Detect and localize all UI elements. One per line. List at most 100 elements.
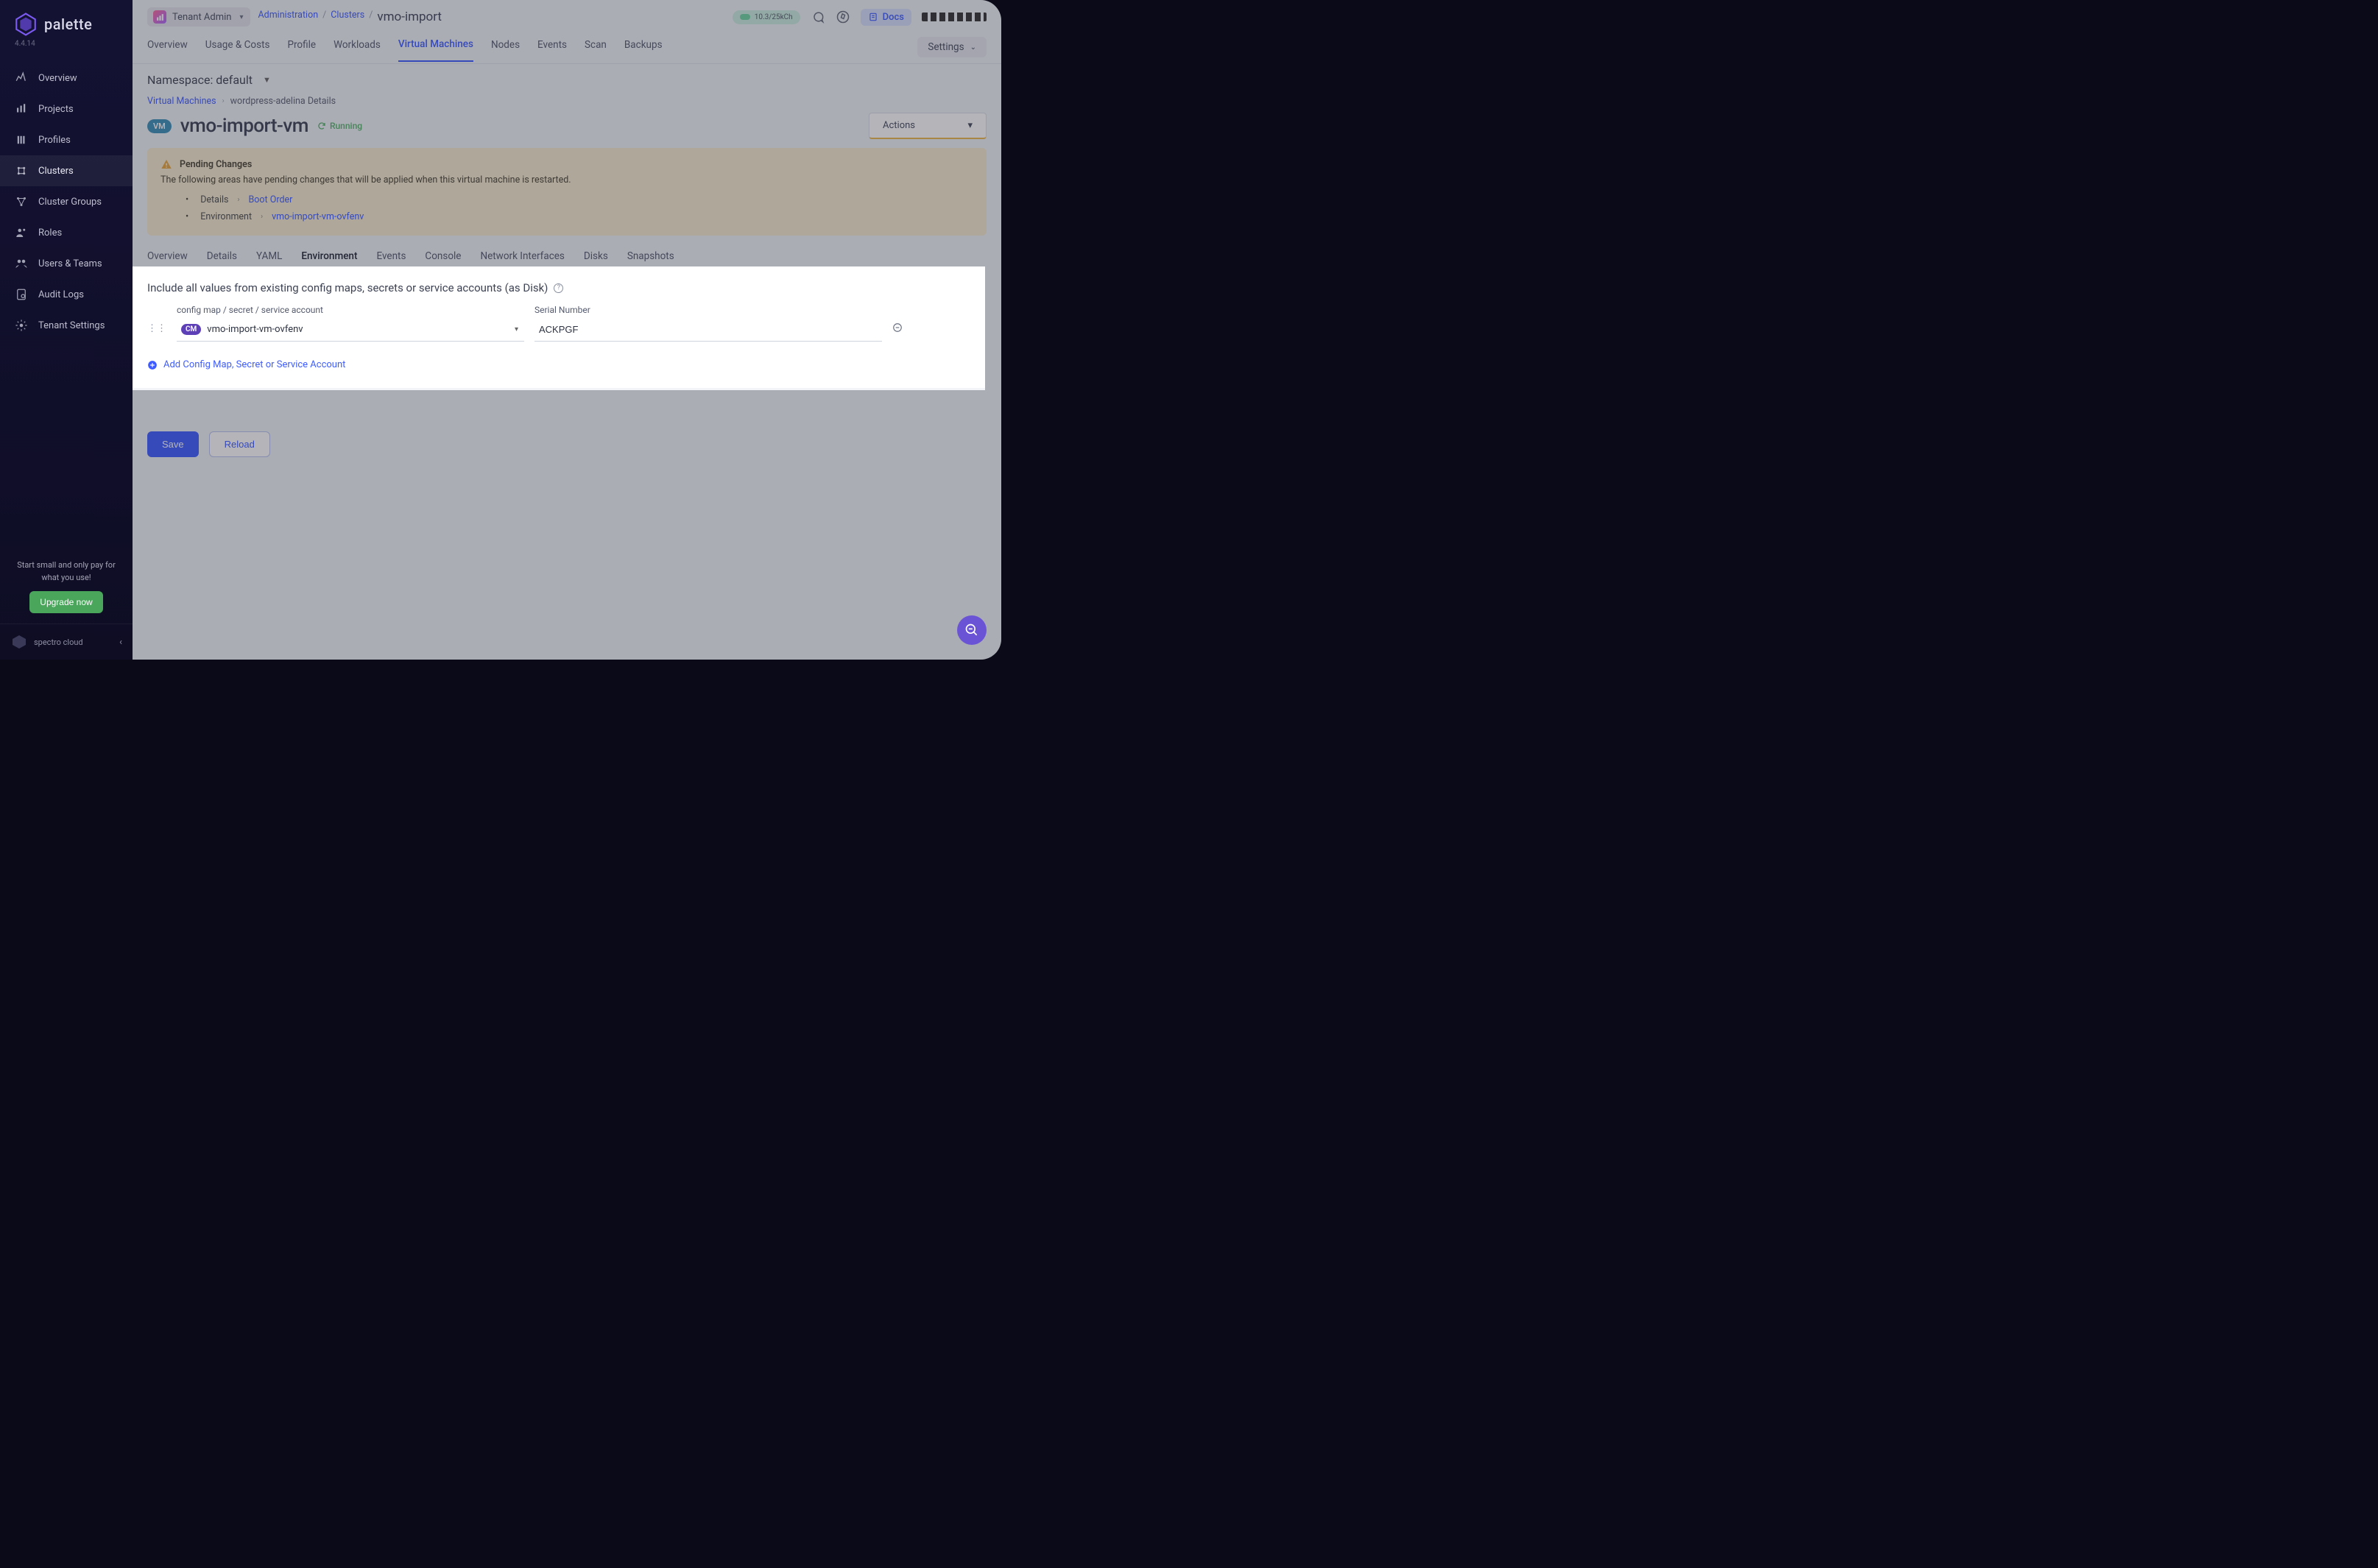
docs-button[interactable]: Docs bbox=[861, 9, 911, 26]
sidebar-item-label: Roles bbox=[38, 227, 62, 239]
spectro-logo-icon bbox=[10, 633, 28, 651]
upgrade-button[interactable]: Upgrade now bbox=[29, 591, 102, 613]
namespace-selector[interactable]: Namespace: default ▼ bbox=[133, 64, 1001, 96]
sidebar-item-label: Overview bbox=[38, 73, 77, 84]
sidebar-item-cluster-groups[interactable]: Cluster Groups bbox=[0, 186, 133, 217]
drag-handle-icon[interactable]: ⋮⋮ bbox=[147, 323, 166, 342]
tab-virtual-machines[interactable]: Virtual Machines bbox=[398, 38, 473, 62]
tab-backups[interactable]: Backups bbox=[624, 39, 663, 61]
crumb-administration[interactable]: Administration bbox=[258, 10, 318, 24]
tenant-selector[interactable]: Tenant Admin bbox=[147, 7, 250, 27]
vm-tab-disks[interactable]: Disks bbox=[584, 243, 608, 269]
actions-dropdown[interactable]: Actions ▾ bbox=[869, 113, 987, 139]
pending-item-link[interactable]: vmo-import-vm-ovfenv bbox=[272, 211, 364, 222]
docs-icon bbox=[868, 12, 878, 22]
vm-breadcrumb-link[interactable]: Virtual Machines bbox=[147, 96, 216, 107]
pending-item: •Environment›vmo-import-vm-ovfenv bbox=[186, 208, 973, 225]
save-button[interactable]: Save bbox=[147, 431, 199, 457]
tab-events[interactable]: Events bbox=[537, 39, 567, 61]
sidebar-item-audit-logs[interactable]: Audit Logs bbox=[0, 279, 133, 310]
sidebar-item-profiles[interactable]: Profiles bbox=[0, 124, 133, 155]
chevron-down-icon: ▼ bbox=[263, 75, 271, 85]
vm-tab-details[interactable]: Details bbox=[207, 243, 237, 269]
serial-label: Serial Number bbox=[534, 305, 882, 315]
pending-heading: Pending Changes bbox=[180, 159, 252, 170]
sidebar-nav: Overview Projects Profiles Clusters Cluster … bbox=[0, 63, 133, 341]
chat-icon[interactable] bbox=[811, 10, 825, 24]
vm-tab-yaml[interactable]: YAML bbox=[256, 243, 282, 269]
users-teams-icon bbox=[15, 257, 28, 270]
sidebar-item-label: Profiles bbox=[38, 135, 71, 146]
vm-tab-snapshots[interactable]: Snapshots bbox=[627, 243, 674, 269]
sidebar-item-tenant-settings[interactable]: Tenant Settings bbox=[0, 310, 133, 341]
serial-input[interactable] bbox=[534, 319, 882, 342]
help-fab[interactable] bbox=[957, 615, 987, 645]
vm-tab-overview[interactable]: Overview bbox=[147, 243, 188, 269]
docs-label: Docs bbox=[883, 12, 904, 23]
audit-logs-icon bbox=[15, 288, 28, 301]
tab-nodes[interactable]: Nodes bbox=[491, 39, 520, 61]
pending-changes-banner: Pending Changes The following areas have… bbox=[147, 148, 987, 236]
sidebar-item-label: Users & Teams bbox=[38, 258, 102, 269]
sidebar-item-label: Audit Logs bbox=[38, 289, 84, 300]
tenant-label: Tenant Admin bbox=[172, 12, 231, 23]
sidebar-item-label: Projects bbox=[38, 104, 74, 115]
tab-overview[interactable]: Overview bbox=[147, 39, 188, 61]
tab-scan[interactable]: Scan bbox=[585, 39, 607, 61]
vm-tab-events[interactable]: Events bbox=[376, 243, 406, 269]
settings-dropdown[interactable]: Settings ⌄ bbox=[917, 37, 987, 57]
settings-label: Settings bbox=[928, 41, 964, 53]
collapse-sidebar-icon[interactable]: ‹ bbox=[119, 637, 122, 648]
projects-icon bbox=[15, 102, 28, 116]
vm-title-row: VM vmo-import-vm Running Actions ▾ bbox=[133, 107, 1001, 145]
cluster-tabs: Overview Usage & Costs Profile Workloads Vir… bbox=[133, 27, 1001, 64]
vm-status-label: Running bbox=[330, 121, 362, 131]
chevron-down-icon: ⌄ bbox=[970, 43, 976, 52]
compass-icon[interactable] bbox=[836, 10, 850, 24]
reload-button[interactable]: Reload bbox=[209, 431, 270, 457]
topbar: Tenant Admin Administration / Clusters /… bbox=[133, 0, 1001, 27]
pending-item-link[interactable]: Boot Order bbox=[249, 194, 293, 205]
remove-row-icon[interactable] bbox=[892, 322, 903, 342]
sidebar-item-users-teams[interactable]: Users & Teams bbox=[0, 248, 133, 279]
sidebar-item-clusters[interactable]: Clusters bbox=[0, 155, 133, 186]
logo: palette bbox=[0, 0, 133, 40]
roles-icon bbox=[15, 226, 28, 239]
main: Tenant Admin Administration / Clusters /… bbox=[133, 0, 1001, 660]
palette-logo-icon bbox=[13, 12, 38, 37]
chevron-right-icon: › bbox=[237, 196, 239, 204]
help-icon[interactable]: ? bbox=[554, 283, 563, 293]
pending-item-label: Details bbox=[200, 194, 228, 205]
tab-usage-costs[interactable]: Usage & Costs bbox=[205, 39, 270, 61]
pending-description: The following areas have pending changes… bbox=[160, 174, 973, 186]
section-title-text: Include all values from existing config … bbox=[147, 281, 548, 294]
search-zoom-icon bbox=[964, 623, 979, 638]
sidebar-item-label: Clusters bbox=[38, 166, 74, 177]
overview-icon bbox=[15, 71, 28, 85]
sidebar-item-label: Tenant Settings bbox=[38, 320, 105, 331]
upgrade-text: Start small and only pay for what you us… bbox=[10, 559, 122, 584]
breadcrumb: Administration / Clusters / vmo-import bbox=[258, 10, 441, 24]
vm-breadcrumb: Virtual Machines › wordpress-adelina Det… bbox=[133, 96, 1001, 107]
version-label: 4.4.14 bbox=[0, 40, 133, 48]
section-title: Include all values from existing config … bbox=[147, 281, 970, 294]
sidebar-item-roles[interactable]: Roles bbox=[0, 217, 133, 248]
vm-tab-environment[interactable]: Environment bbox=[301, 243, 357, 269]
pending-item: •Details›Boot Order bbox=[186, 191, 973, 208]
vm-tab-console[interactable]: Console bbox=[425, 243, 461, 269]
cluster-groups-icon bbox=[15, 195, 28, 208]
brand-name: palette bbox=[44, 15, 92, 33]
sidebar-item-overview[interactable]: Overview bbox=[0, 63, 133, 93]
plus-circle-icon bbox=[147, 360, 158, 370]
vm-name: vmo-import-vm bbox=[180, 115, 308, 137]
add-config-link[interactable]: Add Config Map, Secret or Service Accoun… bbox=[147, 359, 970, 370]
chevron-right-icon: › bbox=[261, 213, 263, 221]
vm-tab-network-interfaces[interactable]: Network Interfaces bbox=[480, 243, 564, 269]
crumb-clusters[interactable]: Clusters bbox=[331, 10, 364, 24]
tenant-icon bbox=[153, 10, 166, 24]
tenant-settings-icon bbox=[15, 319, 28, 332]
config-select[interactable]: CM vmo-import-vm-ovfenv bbox=[177, 319, 524, 342]
tab-workloads[interactable]: Workloads bbox=[334, 39, 381, 61]
sidebar-item-projects[interactable]: Projects bbox=[0, 93, 133, 124]
tab-profile[interactable]: Profile bbox=[287, 39, 316, 61]
